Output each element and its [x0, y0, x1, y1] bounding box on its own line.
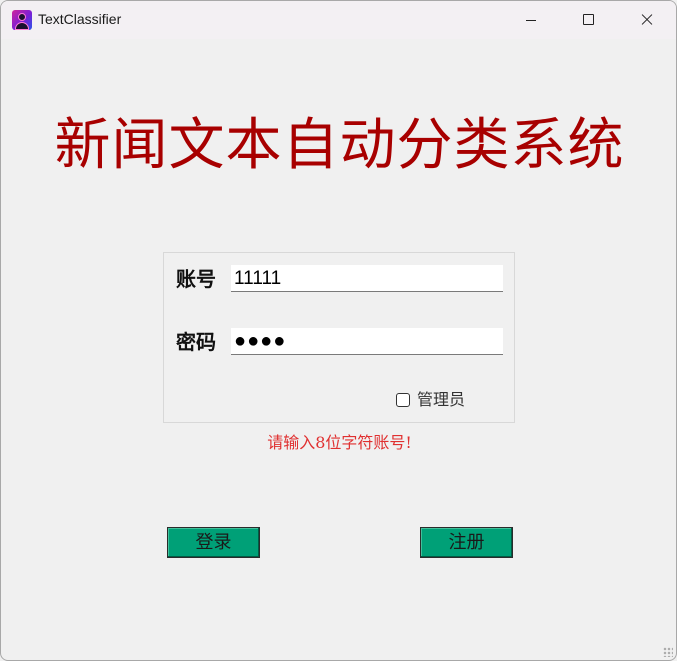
validation-hint: 请输入8位字符账号! — [267, 433, 412, 452]
window-title: TextClassifier — [38, 11, 122, 27]
register-button[interactable]: 注册 — [420, 527, 513, 558]
minimize-button[interactable] — [502, 1, 560, 39]
admin-checkbox-label[interactable]: 管理员 — [417, 390, 465, 410]
close-button[interactable] — [618, 1, 676, 39]
password-label: 密码 — [176, 330, 216, 354]
app-person-icon — [12, 10, 32, 30]
admin-checkbox[interactable] — [396, 393, 410, 407]
login-button[interactable]: 登录 — [167, 527, 260, 558]
icon-head-shape — [18, 13, 26, 21]
maximize-button[interactable] — [560, 1, 618, 39]
account-input[interactable]: 11111 — [231, 265, 503, 292]
title-bar[interactable]: TextClassifier — [1, 1, 676, 39]
system-title: 新闻文本自动分类系统 — [54, 113, 625, 178]
password-input[interactable]: ●●●● — [231, 328, 503, 355]
resize-grip-icon[interactable] — [663, 647, 673, 657]
login-form-group: 账号 11111 密码 ●●●● 管理员 — [163, 252, 515, 423]
icon-body-shape — [15, 22, 29, 30]
app-window: TextClassifier 新闻文本自动分类系统 账号 11111 密码 ●●… — [0, 0, 677, 661]
account-label: 账号 — [176, 267, 216, 291]
